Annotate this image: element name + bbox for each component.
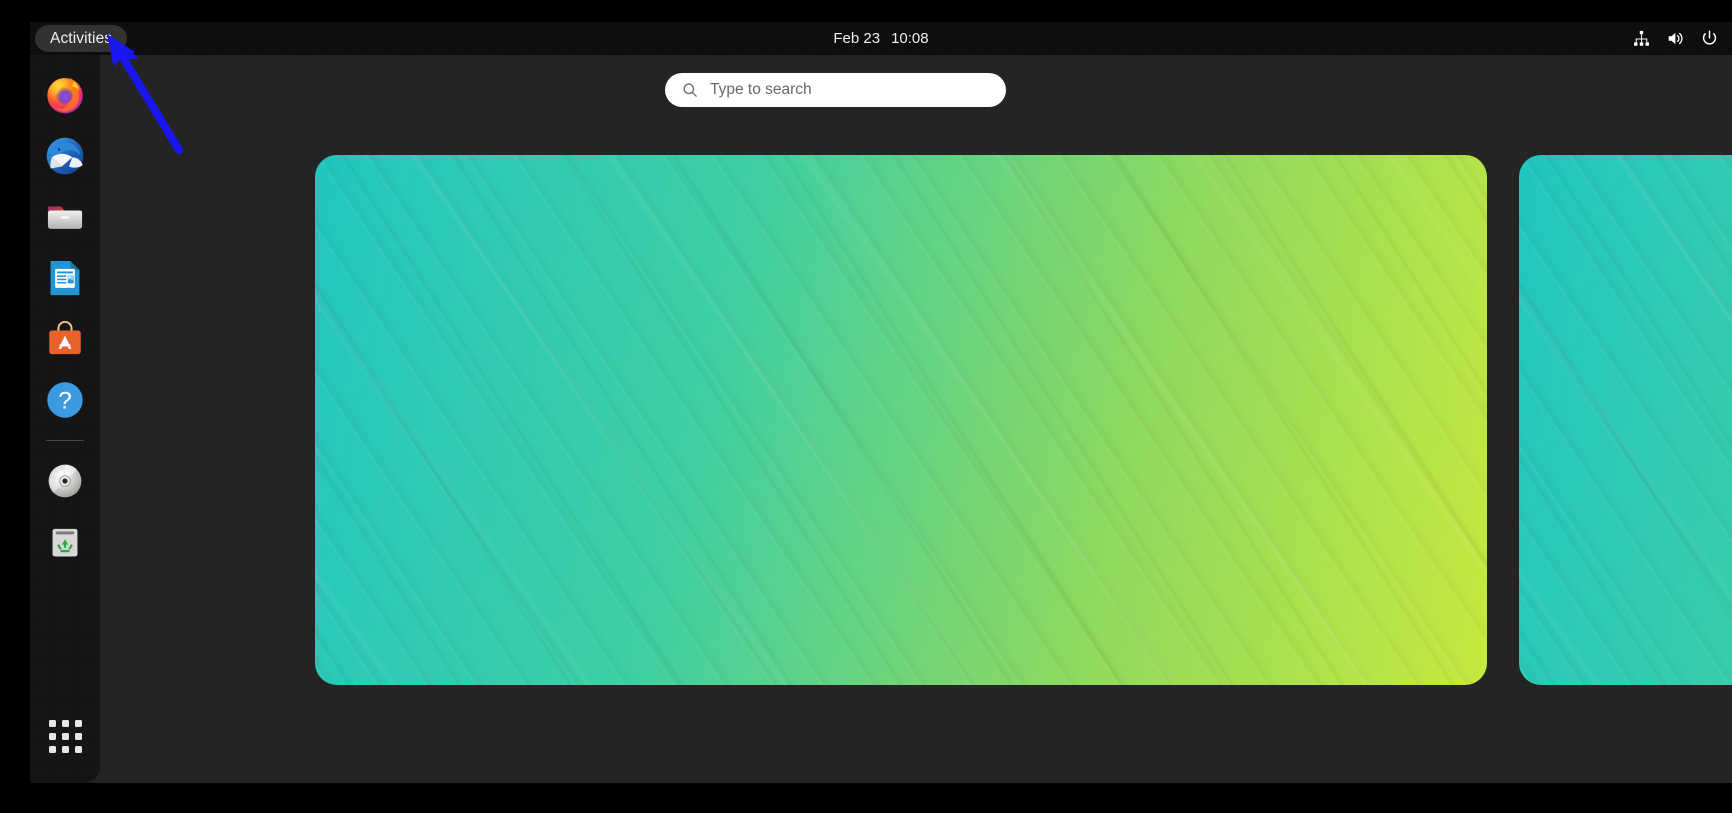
network-wired-icon[interactable] (1633, 30, 1650, 47)
dock-item-help[interactable]: ? (41, 376, 89, 424)
power-icon[interactable] (1701, 30, 1718, 47)
dock-item-cd-drive[interactable] (41, 457, 89, 505)
dock-item-thunderbird[interactable] (41, 132, 89, 180)
workspace-current[interactable] (315, 155, 1487, 685)
workspace-next[interactable] (1519, 155, 1732, 685)
app-grid-button[interactable] (41, 712, 89, 760)
dock-item-ubuntu-software[interactable] (41, 315, 89, 363)
search-placeholder: Type to search (710, 81, 812, 98)
dock-item-files[interactable] (41, 193, 89, 241)
clock-area: Feb 23 10:08 (30, 22, 1732, 55)
clock-date[interactable]: Feb 23 (833, 30, 880, 47)
workspace-wallpaper (1519, 155, 1732, 685)
dock-item-trash[interactable] (41, 518, 89, 566)
svg-text:?: ? (58, 388, 72, 415)
grid-dots-icon (48, 719, 82, 753)
workspace-wallpaper (315, 155, 1487, 685)
top-bar: Activities Feb 23 10:08 (30, 22, 1732, 55)
dock-item-libreoffice[interactable] (41, 254, 89, 302)
volume-icon[interactable] (1667, 30, 1684, 47)
clock-time[interactable]: 10:08 (891, 30, 929, 47)
dock-item-firefox[interactable] (41, 71, 89, 119)
screen: Activities Feb 23 10:08 Type to search ? (0, 0, 1732, 813)
status-area (1633, 22, 1718, 55)
dock-separator (46, 440, 84, 441)
search-input[interactable]: Type to search (665, 73, 1006, 107)
dock: ? (30, 55, 100, 783)
activities-button[interactable]: Activities (35, 25, 128, 52)
activities-label: Activities (50, 29, 113, 47)
gnome-shell-overview: Activities Feb 23 10:08 Type to search ? (30, 22, 1732, 783)
search-icon (682, 82, 698, 98)
